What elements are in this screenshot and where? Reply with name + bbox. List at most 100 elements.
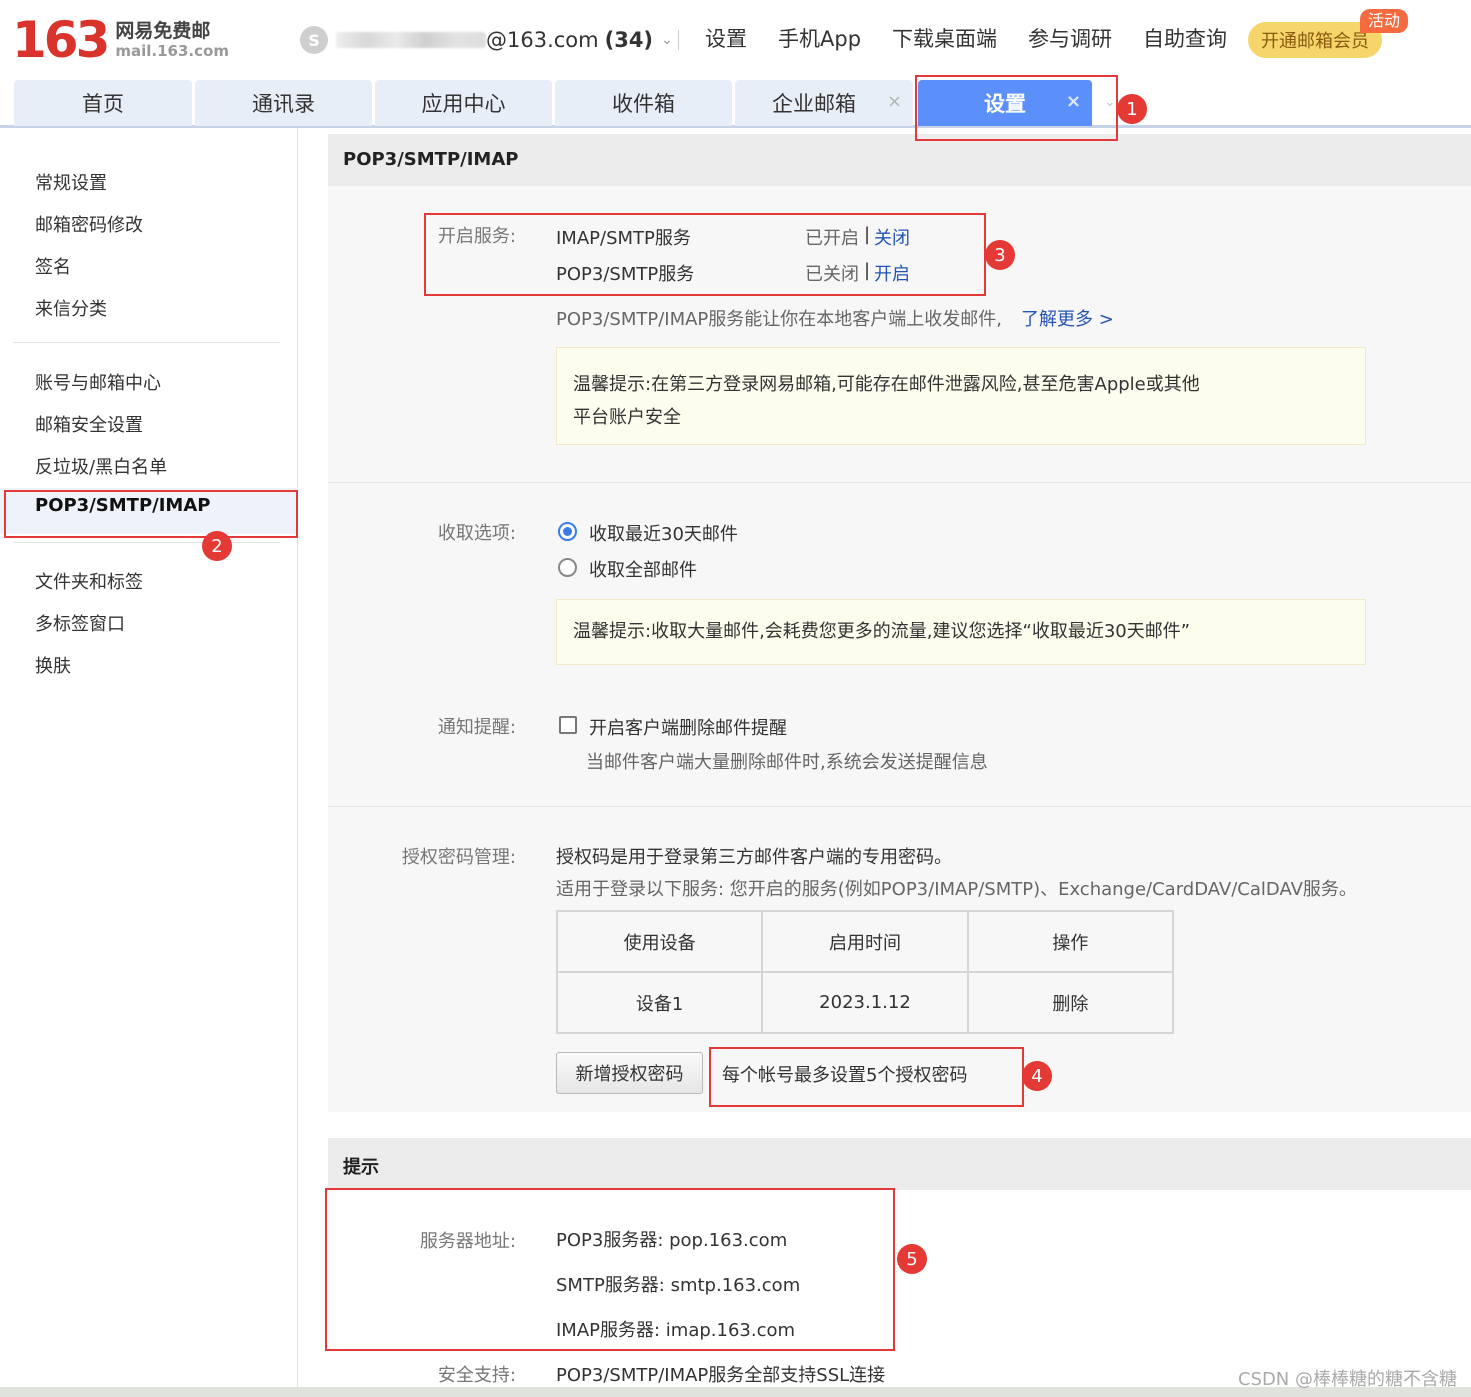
tab-label: 通讯录 (252, 92, 315, 116)
receive-30-days-radio[interactable] (558, 522, 577, 541)
auth-code-desc: 授权码是用于登录第三方邮件客户端的专用密码。 (556, 847, 952, 868)
security-notice: 温馨提示:在第三方登录网易邮箱,可能存在邮件泄露风险,甚至危害Apple或其他 … (556, 347, 1366, 445)
column-header: 使用设备 (555, 910, 764, 973)
security-support-label: 安全支持: (437, 1365, 516, 1386)
learn-more-link[interactable]: 了解更多 > (1021, 305, 1114, 331)
tab-label: 设置 (984, 92, 1026, 116)
tips-header: 提示 (328, 1138, 1471, 1190)
pop3-server: POP3服务器: pop.163.com (556, 1230, 788, 1251)
notice-line: 温馨提示:收取大量邮件,会耗费您更多的流量,建议您选择“收取最近30天邮件” (573, 621, 1191, 642)
sidebar-divider (14, 342, 280, 343)
sidebar-item-password[interactable]: 邮箱密码修改 (35, 211, 143, 237)
imap-disable-link[interactable]: 关闭 (874, 224, 910, 250)
table-header-row: 使用设备 启用时间 操作 (555, 910, 1175, 973)
tab-label: 首页 (82, 92, 124, 116)
sidebar-item-pop3-smtp-imap[interactable]: POP3/SMTP/IMAP (35, 495, 210, 516)
section-divider (328, 482, 1471, 483)
pop3-enable-link[interactable]: 开启 (874, 260, 910, 286)
watermark: CSDN @棒棒糖的糖不含糖 (1237, 1369, 1457, 1390)
link-desktop-download[interactable]: 下载桌面端 (892, 24, 997, 54)
tips-title: 提示 (343, 1157, 379, 1178)
device-cell: 设备1 (555, 971, 764, 1034)
delete-link[interactable]: 删除 (966, 971, 1175, 1034)
annotation-badge-4: 4 (1022, 1061, 1052, 1091)
account-email: @163.com (486, 28, 599, 52)
auth-code-table: 使用设备 启用时间 操作 设备1 2023.1.12 删除 (555, 910, 1175, 1034)
sidebar-item-mail-sorting[interactable]: 来信分类 (35, 295, 107, 321)
delete-reminder-desc: 当邮件客户端大量删除邮件时,系统会发送提醒信息 (586, 752, 988, 773)
link-mobile-app[interactable]: 手机App (778, 24, 861, 54)
tab-inbox[interactable]: 收件箱 (555, 80, 732, 126)
receive-all-label[interactable]: 收取全部邮件 (589, 556, 697, 582)
sidebar-item-skin[interactable]: 换肤 (35, 652, 71, 678)
column-header: 启用时间 (761, 910, 969, 973)
settings-sidebar: 常规设置 邮箱密码修改 签名 来信分类 账号与邮箱中心 邮箱安全设置 反垃圾/黑… (0, 128, 298, 1387)
server-address-label: 服务器地址: (419, 1231, 516, 1252)
chevron-down-icon[interactable]: ⌄ (661, 32, 673, 48)
delete-reminder-label[interactable]: 开启客户端删除邮件提醒 (589, 714, 787, 740)
notify-label: 通知提醒: (437, 717, 516, 738)
services-description: POP3/SMTP/IMAP服务能让你在本地客户端上收发邮件, (556, 309, 1002, 330)
auth-code-scope: 适用于登录以下服务: 您开启的服务(例如POP3/IMAP/SMTP)、Exch… (556, 879, 1357, 900)
chevron-down-icon[interactable]: ⌄ (1104, 94, 1116, 110)
column-header: 操作 (966, 910, 1175, 973)
avatar-icon: S (300, 26, 328, 54)
sidebar-item-account-center[interactable]: 账号与邮箱中心 (35, 369, 161, 395)
section-header: POP3/SMTP/IMAP (328, 134, 1471, 186)
tab-app-center[interactable]: 应用中心 (375, 80, 552, 126)
notice-line: 平台账户安全 (573, 407, 681, 428)
redacted-username (336, 32, 486, 48)
link-survey[interactable]: 参与调研 (1028, 24, 1112, 54)
section-divider (328, 806, 1471, 807)
separator: | (864, 260, 871, 281)
link-self-service[interactable]: 自助查询 (1143, 24, 1227, 54)
annotation-badge-2: 2 (202, 531, 232, 561)
unread-count: (34) (604, 28, 654, 52)
notice-line: 温馨提示:在第三方登录网易邮箱,可能存在邮件泄露风险,甚至危害Apple或其他 (573, 374, 1200, 395)
pop3-service-name: POP3/SMTP服务 (556, 264, 695, 285)
delete-reminder-checkbox[interactable] (559, 716, 577, 734)
close-icon[interactable]: × (887, 91, 902, 112)
receive-30-days-label[interactable]: 收取最近30天邮件 (589, 520, 738, 546)
divider (678, 30, 679, 50)
imap-service-name: IMAP/SMTP服务 (556, 228, 691, 249)
add-auth-code-button[interactable]: 新增授权密码 (556, 1052, 703, 1094)
imap-service-status: 已开启 (805, 228, 859, 249)
tab-label: 企业邮箱 (772, 92, 856, 116)
sidebar-item-general[interactable]: 常规设置 (35, 169, 107, 195)
vip-activity-badge: 活动 (1360, 9, 1409, 33)
services-label: 开启服务: (437, 226, 516, 247)
tab-settings[interactable]: 设置 × (918, 80, 1092, 126)
tab-contacts[interactable]: 通讯录 (195, 80, 372, 126)
sidebar-item-security[interactable]: 邮箱安全设置 (35, 411, 143, 437)
pop3-service-status: 已关闭 (805, 264, 859, 285)
imap-server: IMAP服务器: imap.163.com (556, 1320, 796, 1341)
sidebar-item-signature[interactable]: 签名 (35, 253, 71, 279)
close-icon[interactable]: × (1066, 91, 1081, 112)
tab-label: 应用中心 (421, 92, 506, 116)
sidebar-item-folders-labels[interactable]: 文件夹和标签 (35, 568, 143, 594)
tab-bar: 首页 通讯录 应用中心 收件箱 企业邮箱 × 设置 × ⌄ (0, 78, 1471, 128)
sidebar-divider (14, 542, 280, 543)
section-title: POP3/SMTP/IMAP (343, 149, 519, 170)
annotation-badge-3: 3 (985, 240, 1015, 270)
date-cell: 2023.1.12 (761, 971, 969, 1034)
tab-home[interactable]: 首页 (14, 80, 192, 126)
receive-all-radio[interactable] (558, 558, 577, 577)
auth-code-label: 授权密码管理: (401, 847, 516, 868)
separator: | (864, 224, 871, 245)
logo-number: 163 (12, 11, 110, 69)
tab-enterprise-mail[interactable]: 企业邮箱 × (735, 80, 913, 126)
header: 163 网易免费邮 mail.163.com S @163.com (34) ⌄… (0, 0, 1471, 78)
annotation-badge-1: 1 (1117, 94, 1147, 124)
security-support-text: POP3/SMTP/IMAP服务全部支持SSL连接 (556, 1365, 886, 1386)
logo[interactable]: 163 网易免费邮 mail.163.com (12, 12, 229, 68)
account-switcher[interactable]: S @163.com (34) ⌄ (300, 26, 673, 54)
tab-label: 收件箱 (612, 92, 675, 116)
link-settings[interactable]: 设置 (705, 24, 747, 54)
sidebar-item-antispam[interactable]: 反垃圾/黑白名单 (35, 453, 167, 479)
sidebar-item-multi-tab[interactable]: 多标签窗口 (35, 610, 125, 636)
table-row: 设备1 2023.1.12 删除 (555, 971, 1175, 1034)
smtp-server: SMTP服务器: smtp.163.com (556, 1275, 801, 1296)
logo-en-text: mail.163.com (115, 42, 229, 60)
